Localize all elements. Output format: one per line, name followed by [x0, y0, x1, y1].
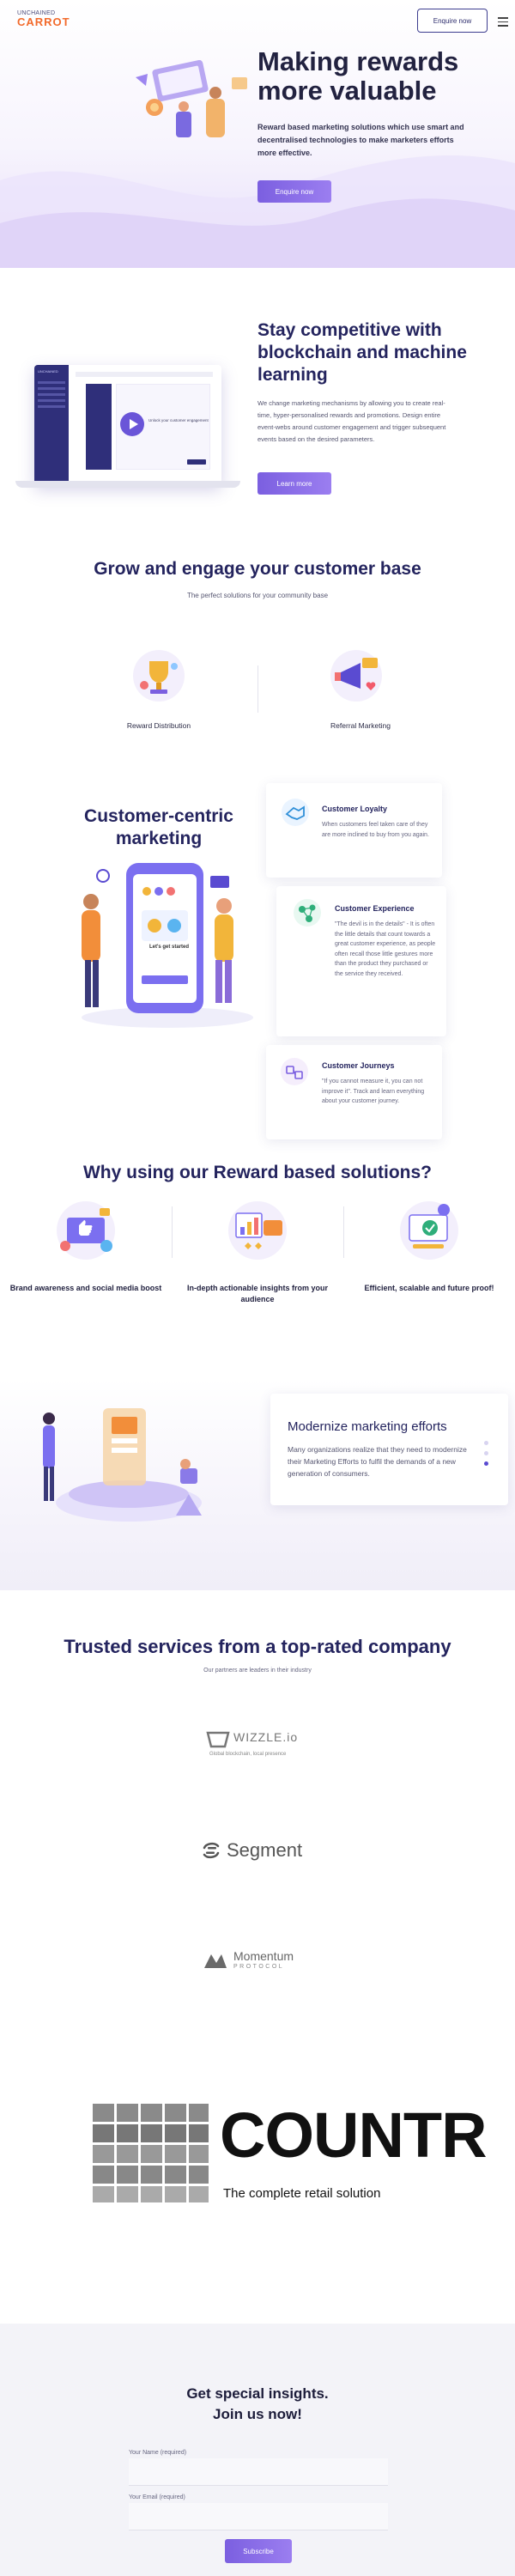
scalable-check-icon [400, 1201, 458, 1260]
why-divider-2 [343, 1206, 344, 1258]
customer-centric-title: Customer-centric marketing [84, 806, 233, 848]
signup-title: Get special insights. Join us now! [0, 2384, 515, 2425]
card-title-loyalty: Customer Loyalty [322, 805, 388, 813]
dashboard-brand: UNCHAINED [38, 369, 58, 374]
why-label-efficient: Efficient, scalable and future proof! [364, 1284, 494, 1292]
countr-grid-icon [93, 2104, 209, 2202]
competitive-description: We change marketing mechanisms by allowi… [258, 399, 446, 443]
subscribe-button[interactable]: Subscribe [225, 2539, 292, 2563]
social-like-icon [57, 1201, 115, 1260]
hero-title: Making rewards more valuable [258, 46, 459, 106]
learn-more-button[interactable]: Learn more [258, 472, 331, 495]
momentum-mark-icon [204, 1954, 227, 1968]
name-field[interactable] [129, 2458, 388, 2486]
laptop-base [15, 481, 240, 488]
competitive-title: Stay competitive with blockchain and mac… [258, 320, 467, 385]
wizzle-tagline: Global blockchain, local presence [209, 1752, 287, 1757]
why-label-brand-awareness: Brand awareness and social media boost [9, 1284, 162, 1292]
momentum-tagline: PROTOCOL [233, 1964, 285, 1970]
trusted-subtitle: Our partners are leaders in their indust… [203, 1668, 312, 1674]
hamburger-menu-icon[interactable] [498, 17, 508, 29]
countr-tagline: The complete retail solution [223, 2186, 381, 2201]
segment-mark-icon [203, 1842, 220, 1859]
email-field-label: Your Email (required) [129, 2494, 185, 2500]
dashboard-menu-panel [86, 384, 112, 470]
countr-name: COUNTR [220, 2099, 488, 2171]
wizzle-name: WIZZLE.io [233, 1730, 299, 1744]
handshake-icon [282, 799, 309, 826]
card-text-journeys: "If you cannot measure it, you can not i… [322, 1078, 425, 1104]
insights-chart-icon [228, 1201, 287, 1260]
card-text-experience: "The devil is in the details" - It is of… [335, 921, 436, 977]
why-title: Why using our Reward based solutions? [82, 1163, 433, 1182]
partner-logo-countr[interactable]: COUNTR The complete retail solution [93, 2099, 488, 2207]
card-text-loyalty: When customers feel taken care of they a… [322, 822, 429, 838]
page-root: UNCHAINED CARROT Enquire now Making rewa… [0, 0, 515, 2576]
play-icon[interactable] [120, 412, 144, 436]
segment-name: Segment [227, 1839, 303, 1861]
modernize-title: Modernize marketing efforts [288, 1419, 447, 1434]
feature-label-referral-marketing: Referral Marketing [330, 721, 391, 730]
megaphone-icon [330, 650, 382, 702]
momentum-name: Momentum [233, 1949, 294, 1963]
hero-description: Reward based marketing solutions which u… [258, 123, 464, 157]
signup-title-line-2: Join us now! [213, 2406, 302, 2422]
video-caption: Unlock your customer engagement [148, 418, 209, 422]
phone-caption: Let's get started [148, 945, 190, 950]
hero-enquire-button[interactable]: Enquire now [258, 180, 331, 203]
partner-logo-wizzle[interactable]: WIZZLE.io Global blockchain, local prese… [206, 1728, 318, 1762]
feature-label-reward-distribution: Reward Distribution [126, 721, 191, 730]
network-icon [294, 899, 321, 927]
dashboard-sidebar: UNCHAINED [34, 365, 69, 485]
email-field[interactable] [129, 2503, 388, 2530]
signup-section-background [0, 2324, 515, 2576]
modernize-illustration [43, 1408, 202, 1522]
partner-logo-segment[interactable]: Segment [201, 1838, 321, 1864]
engage-subtitle: The perfect solutions for your community… [186, 592, 329, 599]
trophy-icon [133, 650, 185, 702]
modernize-text: Many organizations realize that they nee… [288, 1445, 467, 1478]
carousel-dot-2[interactable] [484, 1451, 488, 1455]
why-divider-1 [172, 1206, 173, 1258]
carousel-dot-3-active[interactable] [484, 1461, 488, 1466]
logo-bottom-text: CARROT [17, 15, 70, 28]
hero-illustration [136, 60, 247, 137]
engage-title: Grow and engage your customer base [94, 559, 421, 579]
signup-title-line-1: Get special insights. [186, 2385, 329, 2402]
header-enquire-button[interactable]: Enquire now [417, 9, 488, 33]
brand-logo[interactable]: UNCHAINED CARROT [17, 10, 70, 28]
partner-logo-momentum[interactable]: Momentum PROTOCOL [203, 1949, 323, 1977]
name-field-label: Your Name (required) [129, 2450, 187, 2456]
wizzle-mark-icon [206, 1731, 230, 1748]
laptop-dashboard-mockup: UNCHAINED Unlock your customer engagemen… [34, 365, 221, 485]
journey-icon [281, 1058, 308, 1085]
carousel-dot-1[interactable] [484, 1441, 488, 1445]
trusted-title: Trusted services from a top-rated compan… [64, 1636, 451, 1657]
why-label-insights: In-depth actionable insights from your a… [186, 1284, 328, 1303]
card-title-journeys: Customer Journeys [322, 1061, 395, 1070]
card-title-experience: Customer Experience [335, 904, 415, 913]
